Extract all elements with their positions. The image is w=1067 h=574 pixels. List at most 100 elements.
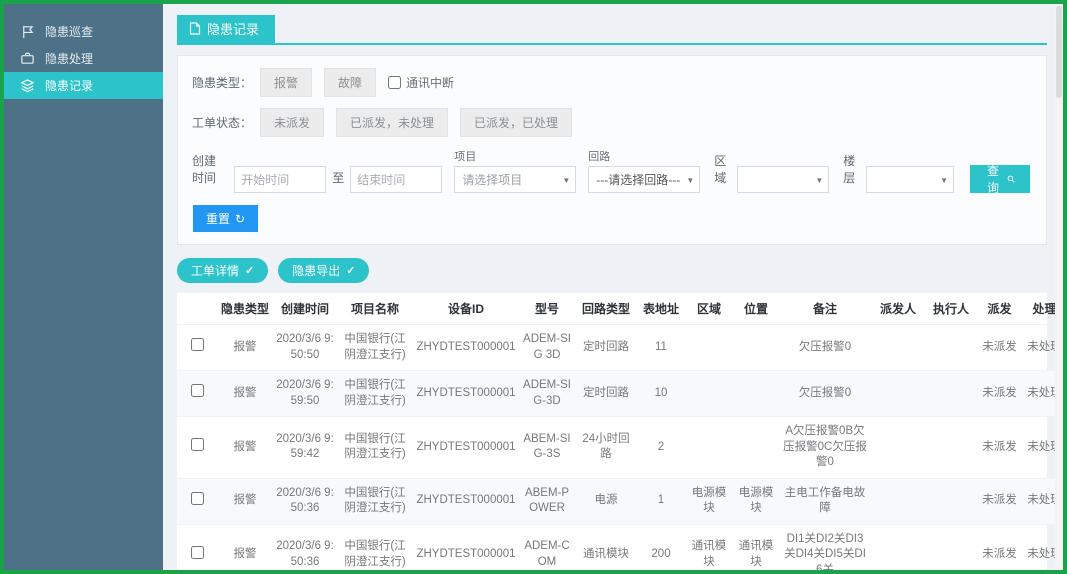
table-cell: 10	[637, 371, 685, 417]
start-time-input[interactable]	[234, 166, 326, 193]
page-title: 隐患记录	[207, 19, 259, 38]
reset-button[interactable]: 重置 ↻	[193, 205, 258, 232]
status-dispatched-handled-button[interactable]: 已派发，已处理	[460, 108, 572, 137]
row-checkbox[interactable]	[191, 338, 204, 351]
row-checkbox[interactable]	[191, 492, 204, 505]
chevron-down-icon: ▼	[815, 176, 823, 185]
table-cell: 电源模块	[733, 478, 779, 524]
flag-icon	[20, 24, 35, 39]
column-header: 项目名称	[337, 293, 413, 325]
type-fault-button[interactable]: 故障	[324, 68, 376, 97]
column-header: 区域	[685, 293, 733, 325]
status-dispatched-unhandled-button[interactable]: 已派发，未处理	[336, 108, 448, 137]
select-all-header	[177, 293, 217, 325]
table-cell: 未派发	[977, 417, 1022, 479]
table-cell: 2020/3/6 9:50:36	[273, 478, 337, 524]
table-header-row: 隐患类型创建时间项目名称设备ID型号回路类型表地址区域位置备注派发人执行人派发处…	[177, 293, 1063, 325]
sidebar-item-hazard-patrol[interactable]: 隐患巡查	[4, 18, 163, 45]
export-button[interactable]: 隐患导出 ✓	[278, 258, 369, 283]
order-detail-label: 工单详情	[191, 262, 239, 279]
page-title-bar: 隐患记录	[177, 15, 1047, 45]
loop-select[interactable]: ---请选择回路--- ▼	[588, 166, 700, 193]
table-cell: ADEM-SIG 3D	[519, 325, 575, 371]
table-cell	[925, 371, 977, 417]
records-table: 隐患类型创建时间项目名称设备ID型号回路类型表地址区域位置备注派发人执行人派发处…	[177, 293, 1063, 570]
main-content: 隐患记录 隐患类型： 报警 故障 通讯中断 工单状态： 未派发 已派发，未处理 …	[163, 4, 1063, 570]
table-cell: ADEM-SIG-3D	[519, 371, 575, 417]
hazard-type-label: 隐患类型：	[192, 74, 252, 91]
table-cell: 2020/3/6 9:50:50	[273, 325, 337, 371]
sidebar-item-label: 隐患处理	[45, 50, 93, 67]
table-row: 报警2020/3/6 9:50:36中国银行(江阴澄江支行)ZHYDTEST00…	[177, 478, 1063, 524]
table-cell: DI1关DI2关DI3关DI4关DI5关DI6关	[779, 524, 871, 570]
table-cell: 主电工作备电故障	[779, 478, 871, 524]
table-cell: 未派发	[977, 478, 1022, 524]
column-header: 位置	[733, 293, 779, 325]
row-checkbox-cell	[177, 325, 217, 371]
status-not-dispatched-button[interactable]: 未派发	[260, 108, 324, 137]
table-cell: ZHYDTEST000001	[413, 478, 519, 524]
row-checkbox[interactable]	[191, 384, 204, 397]
chevron-down-icon: ▼	[562, 176, 570, 185]
table-cell	[685, 325, 733, 371]
table-cell	[925, 478, 977, 524]
sidebar-item-hazard-records[interactable]: 隐患记录	[4, 72, 163, 99]
table-cell: 2	[637, 417, 685, 479]
project-label: 项目	[454, 148, 576, 164]
sidebar-item-hazard-handling[interactable]: 隐患处理	[4, 45, 163, 72]
column-header: 回路类型	[575, 293, 637, 325]
table-cell	[925, 325, 977, 371]
table-cell: 通讯模块	[733, 524, 779, 570]
table-cell	[733, 371, 779, 417]
end-time-input[interactable]	[350, 166, 442, 193]
column-header: 型号	[519, 293, 575, 325]
table-cell	[685, 417, 733, 479]
table-row: 报警2020/3/6 9:59:42中国银行(江阴澄江支行)ZHYDTEST00…	[177, 417, 1063, 479]
search-button[interactable]: 查询	[970, 165, 1030, 193]
order-detail-button[interactable]: 工单详情 ✓	[177, 258, 268, 283]
filter-panel: 隐患类型： 报警 故障 通讯中断 工单状态： 未派发 已派发，未处理 已派发，已…	[177, 55, 1047, 245]
comm-interrupt-checkbox[interactable]	[388, 76, 401, 89]
table-cell: ADEM-COM	[519, 524, 575, 570]
column-header: 创建时间	[273, 293, 337, 325]
table-row: 报警2020/3/6 9:59:50中国银行(江阴澄江支行)ZHYDTEST00…	[177, 371, 1063, 417]
search-button-label: 查询	[985, 162, 1001, 196]
table-cell	[871, 417, 925, 479]
table-cell: 2020/3/6 9:59:50	[273, 371, 337, 417]
sidebar: 隐患巡查 隐患处理 隐患记录	[4, 4, 163, 570]
to-label: 至	[332, 169, 344, 186]
table-cell: 报警	[217, 417, 273, 479]
comm-interrupt-option: 通讯中断	[388, 74, 454, 91]
loop-label: 回路	[588, 148, 700, 164]
filter-controls-row: 创建时间 至 项目 请选择项目 ▼ 回路 ---请选择回路--- ▼	[192, 148, 1030, 193]
table-cell: 2020/3/6 9:50:36	[273, 524, 337, 570]
order-status-label: 工单状态：	[192, 114, 252, 131]
chevron-down-icon: ▼	[940, 176, 948, 185]
app-window: 隐患巡查 隐患处理 隐患记录 隐患记录	[0, 0, 1067, 574]
table-cell: 定时回路	[575, 371, 637, 417]
table-cell: ZHYDTEST000001	[413, 371, 519, 417]
table-cell: 定时回路	[575, 325, 637, 371]
table-cell: ZHYDTEST000001	[413, 325, 519, 371]
column-header: 派发	[977, 293, 1022, 325]
table-cell: 通讯模块	[685, 524, 733, 570]
floor-select[interactable]: ▼	[866, 166, 954, 193]
scrollbar-thumb[interactable]	[1056, 6, 1062, 98]
column-header: 隐患类型	[217, 293, 273, 325]
row-checkbox[interactable]	[191, 546, 204, 559]
layers-icon	[20, 78, 35, 93]
row-checkbox[interactable]	[191, 438, 204, 451]
type-alarm-button[interactable]: 报警	[260, 68, 312, 97]
loop-select-value: ---请选择回路---	[596, 171, 680, 188]
vertical-scrollbar[interactable]	[1055, 4, 1063, 570]
table-cell: 11	[637, 325, 685, 371]
briefcase-icon	[20, 51, 35, 66]
table-cell	[871, 325, 925, 371]
table-cell: 未派发	[977, 371, 1022, 417]
table-cell	[925, 524, 977, 570]
table-cell: 欠压报警0	[779, 371, 871, 417]
table-cell: 中国银行(江阴澄江支行)	[337, 478, 413, 524]
area-select[interactable]: ▼	[737, 166, 829, 193]
check-icon: ✓	[245, 264, 254, 277]
project-select[interactable]: 请选择项目 ▼	[454, 166, 576, 193]
